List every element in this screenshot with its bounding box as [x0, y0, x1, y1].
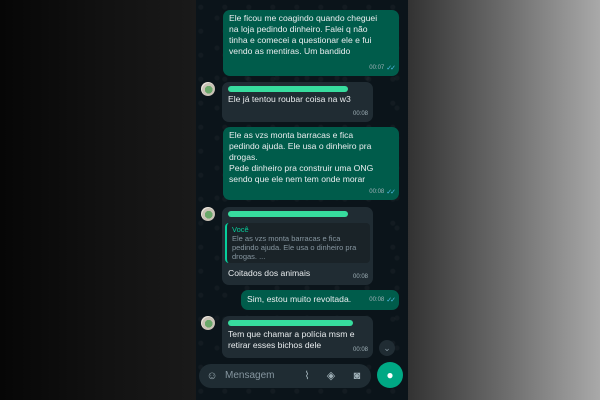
scroll-to-bottom-button[interactable]: ⌄ [379, 340, 395, 356]
quoted-message[interactable]: Você Ele as vzs monta barracas e fica pe… [225, 223, 370, 263]
contact-avatar[interactable] [201, 316, 215, 330]
message-time: 00:07 [369, 65, 385, 71]
message-outgoing[interactable]: Ele as vzs monta barracas e fica pedindo… [223, 127, 399, 200]
mic-button[interactable]: ● [377, 362, 403, 388]
chevron-down-icon: ⌄ [383, 343, 391, 353]
message-text: Coitados dos animais [228, 268, 311, 278]
chat-screen: Ele ficou me coagindo quando cheguei na … [196, 0, 408, 400]
quoted-text: Ele as vzs monta barracas e fica pedindo… [232, 234, 357, 261]
message-input[interactable]: Mensagem [225, 370, 274, 381]
message-meta: 00:07 ✓✓ [369, 63, 396, 74]
message-meta: 00:08 ✓✓ [369, 187, 396, 198]
camera-icon[interactable]: ◙ [349, 368, 365, 384]
contact-avatar[interactable] [201, 82, 215, 96]
read-ticks-icon: ✓✓ [386, 297, 396, 304]
message-composer[interactable]: ☺ Mensagem ⌇ ◈ ◙ [199, 364, 371, 388]
message-outgoing[interactable]: Ele ficou me coagindo quando cheguei na … [223, 10, 399, 76]
contact-avatar[interactable] [201, 207, 215, 221]
quoted-sender: Você [232, 225, 249, 234]
message-incoming[interactable]: Ele já tentou roubar coisa na w3 00:08 [222, 82, 373, 122]
message-meta: 00:08 [353, 109, 368, 120]
emoji-icon[interactable]: ☺ [204, 368, 220, 384]
read-ticks-icon: ✓✓ [386, 65, 396, 72]
message-meta: 00:08 [353, 345, 368, 356]
message-time: 00:08 [369, 189, 385, 195]
message-text: Ele as vzs monta barracas e fica pedindo… [229, 130, 374, 184]
message-time: 00:08 [352, 111, 368, 117]
message-meta: 00:08 ✓✓ [369, 295, 396, 306]
payment-icon[interactable]: ◈ [323, 368, 339, 384]
redacted-sender-name [228, 211, 348, 217]
attach-icon[interactable]: ⌇ [299, 368, 315, 384]
redacted-sender-name [228, 86, 348, 92]
message-meta: 00:08 [353, 272, 368, 283]
read-ticks-icon: ✓✓ [386, 189, 396, 196]
message-text: Tem que chamar a polícia msm e retirar e… [228, 329, 355, 350]
message-time: 00:08 [369, 297, 385, 303]
message-time: 00:08 [352, 347, 368, 353]
mic-icon: ● [386, 368, 394, 382]
message-outgoing[interactable]: Sim, estou muito revoltada. 00:08 ✓✓ [241, 290, 399, 310]
message-text: Ele já tentou roubar coisa na w3 [228, 94, 351, 104]
message-incoming[interactable]: Tem que chamar a polícia msm e retirar e… [222, 316, 373, 358]
redacted-sender-name [228, 320, 353, 326]
message-incoming[interactable]: Você Ele as vzs monta barracas e fica pe… [222, 207, 373, 285]
message-time: 00:08 [352, 274, 368, 280]
message-text: Ele ficou me coagindo quando cheguei na … [229, 13, 378, 56]
